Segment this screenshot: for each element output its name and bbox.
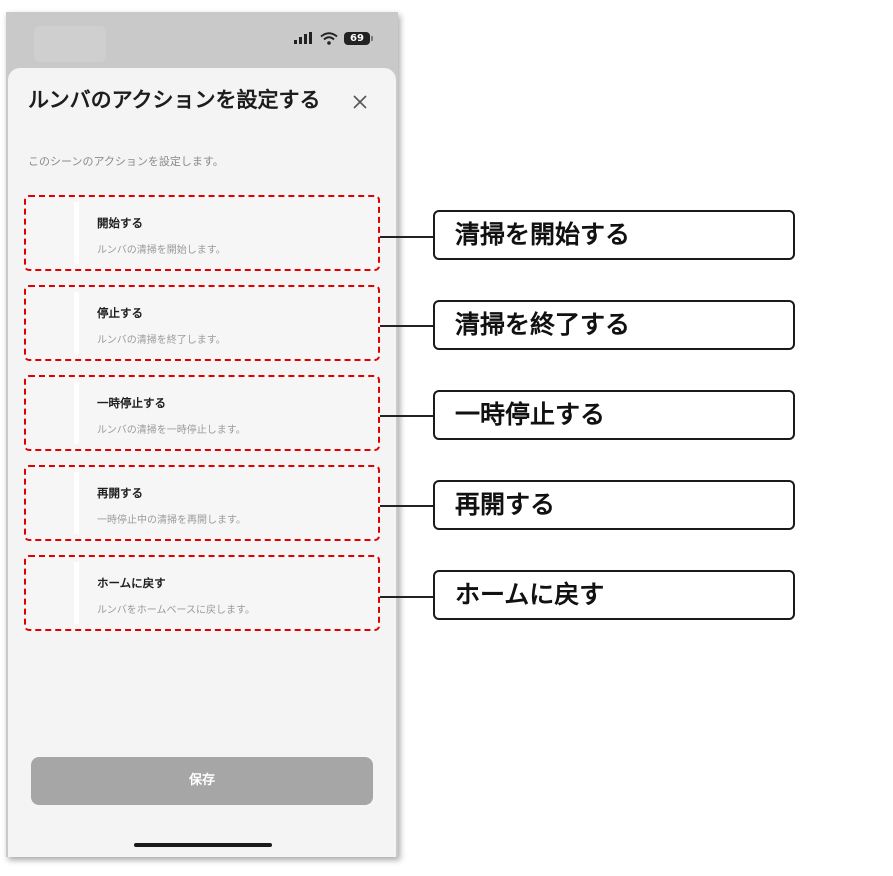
battery-level: 69 — [350, 32, 364, 44]
callout-stop: 清掃を終了する — [433, 300, 795, 350]
action-description: 一時停止中の清掃を再開します。 — [97, 515, 246, 526]
sheet-subtitle: このシーンのアクションを設定します。 — [28, 155, 224, 168]
callout-connector — [380, 596, 434, 598]
close-icon[interactable] — [352, 94, 368, 110]
action-title: 開始する — [97, 216, 143, 230]
action-item-resume[interactable]: 再開する 一時停止中の清掃を再開します。 — [24, 465, 380, 541]
action-description: ルンバの清掃を開始します。 — [97, 245, 226, 256]
callout-pause: 一時停止する — [433, 390, 795, 440]
signal-icon — [294, 32, 312, 44]
callout-start: 清掃を開始する — [433, 210, 795, 260]
action-title: 再開する — [97, 486, 143, 500]
action-item-pause[interactable]: 一時停止する ルンバの清掃を一時停止します。 — [24, 375, 380, 451]
home-indicator — [134, 843, 272, 847]
action-title: 停止する — [97, 306, 143, 320]
action-description: ルンバの清掃を終了します。 — [97, 335, 226, 346]
action-title: ホームに戻す — [97, 576, 166, 590]
action-item-dock[interactable]: ホームに戻す ルンバをホームベースに戻します。 — [24, 555, 380, 631]
callout-connector — [380, 236, 434, 238]
wifi-icon — [320, 31, 338, 45]
action-sheet: ルンバのアクションを設定する このシーンのアクションを設定します。 開始する ル… — [8, 68, 396, 857]
save-button[interactable]: 保存 — [31, 757, 373, 805]
battery-icon: 69 — [344, 31, 373, 45]
status-time-blurred — [34, 26, 106, 62]
action-description: ルンバの清掃を一時停止します。 — [97, 425, 246, 436]
sheet-title: ルンバのアクションを設定する — [28, 88, 321, 112]
callout-connector — [380, 415, 434, 417]
callout-connector — [380, 505, 434, 507]
callout-connector — [380, 325, 434, 327]
status-bar: 69 — [6, 12, 398, 64]
card-divider — [74, 472, 79, 534]
status-icons: 69 — [294, 29, 373, 47]
action-title: 一時停止する — [97, 396, 166, 410]
action-item-start[interactable]: 開始する ルンバの清掃を開始します。 — [24, 195, 380, 271]
action-item-stop[interactable]: 停止する ルンバの清掃を終了します。 — [24, 285, 380, 361]
card-divider — [74, 382, 79, 444]
card-divider — [74, 562, 79, 624]
phone-screen: 69 ルンバのアクションを設定する このシーンのアクションを設定します。 開始す… — [6, 12, 398, 857]
callout-dock: ホームに戻す — [433, 570, 795, 620]
card-divider — [74, 292, 79, 354]
callout-resume: 再開する — [433, 480, 795, 530]
card-divider — [74, 202, 79, 264]
action-description: ルンバをホームベースに戻します。 — [97, 605, 255, 616]
